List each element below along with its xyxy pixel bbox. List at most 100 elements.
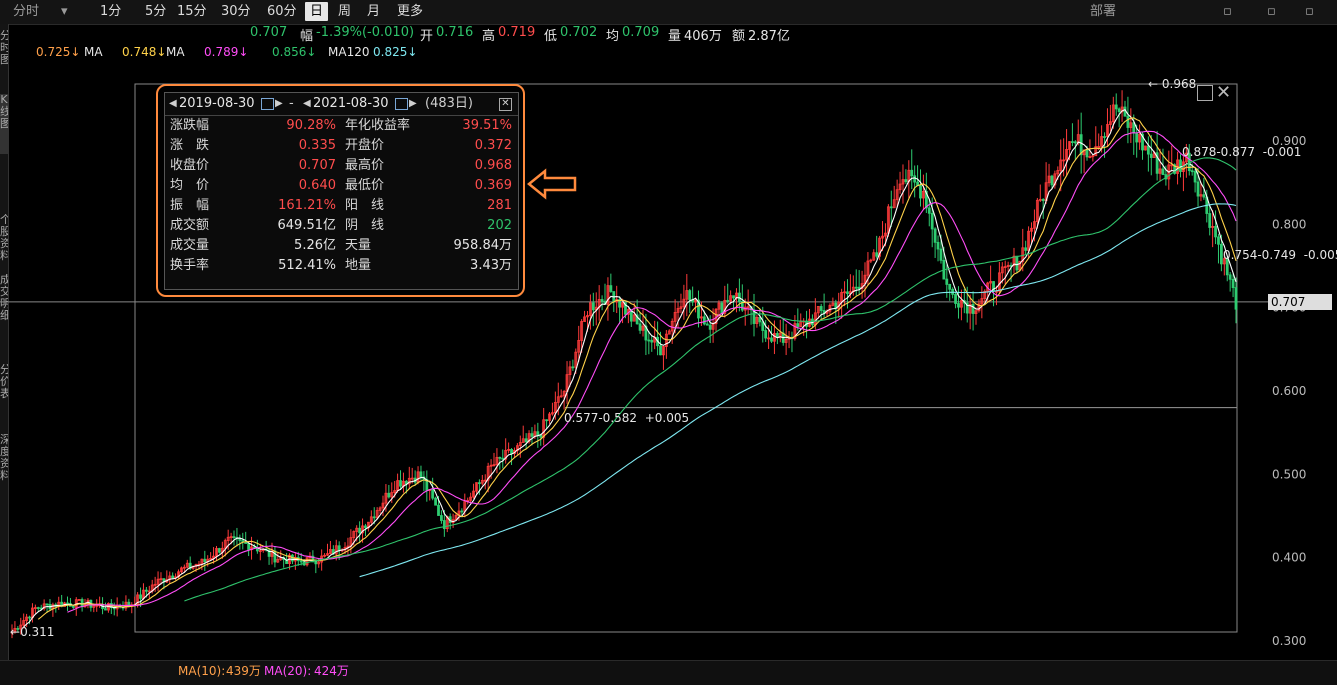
end-next-icon[interactable]: ▶: [409, 93, 417, 115]
toolbar-icon-a[interactable]: ▫: [1218, 2, 1237, 21]
candle-body: [71, 605, 75, 608]
candle-body: [1015, 255, 1019, 271]
y-tick-label: 0.300: [1272, 634, 1306, 648]
candle-body: [1071, 141, 1074, 143]
stat-label: 成交量: [170, 238, 210, 253]
toolbar-right-label[interactable]: 部署: [1085, 2, 1121, 21]
maximize-icon[interactable]: [1197, 85, 1213, 101]
tab-30min[interactable]: 30分: [216, 2, 256, 21]
candle-body: [247, 543, 251, 550]
ma5-value: 0.725↓: [36, 45, 81, 59]
stat-label: 阴 线: [345, 218, 385, 233]
tab-intraday[interactable]: 分时: [8, 2, 44, 21]
candle-body: [1202, 194, 1206, 198]
candle-body: [1196, 181, 1200, 197]
tab-more[interactable]: 更多: [392, 2, 428, 21]
candle-body: [726, 299, 730, 302]
quote-high-label: 高: [482, 29, 496, 44]
range1-text: 0.878-0.877: [1182, 145, 1256, 159]
dropdown-icon[interactable]: ▾: [56, 2, 73, 21]
candle-body: [1085, 149, 1089, 158]
toolbar-icon-c[interactable]: ▫: [1300, 2, 1319, 21]
tab-15min[interactable]: 15分: [172, 2, 212, 21]
close-selection-icon[interactable]: ✕: [1216, 82, 1231, 103]
candle-body: [910, 169, 914, 177]
stat-label: 最高价: [345, 158, 385, 173]
candle-body: [477, 482, 481, 485]
candle-body: [104, 608, 107, 611]
stat-value: 649.51亿: [277, 218, 337, 233]
stat-label: 收盘价: [170, 158, 210, 173]
stat-value: 161.21%: [278, 198, 336, 213]
candle-body: [232, 536, 236, 539]
close-panel-icon[interactable]: ✕: [499, 98, 512, 111]
stat-label: 换手率: [170, 258, 210, 273]
stat-value: 0.372: [474, 138, 512, 153]
candle-body: [387, 492, 391, 498]
tab-60min[interactable]: 60分: [262, 2, 302, 21]
candle-body: [1161, 168, 1165, 176]
candle-body: [571, 366, 575, 369]
candle-body: [1179, 159, 1182, 172]
candle-body: [1132, 122, 1136, 134]
stat-label: 天量: [345, 238, 372, 253]
candle-body: [524, 438, 528, 443]
volume-legend-bar: MA(10): 439万 MA(20): 424万: [0, 660, 1337, 685]
candle-body: [939, 248, 943, 261]
end-prev-icon[interactable]: ◀: [303, 93, 311, 115]
toolbar-icon-b[interactable]: ▫: [1262, 2, 1281, 21]
candle-body: [702, 316, 706, 325]
tab-monthly[interactable]: 月: [362, 2, 385, 21]
candle-body: [1208, 213, 1212, 228]
candle-body: [1231, 278, 1235, 289]
candle-body: [1217, 236, 1220, 245]
candle-body: [889, 206, 893, 209]
quote-change: -1.39%(-0.010): [316, 25, 415, 40]
range-annotation-1: 0.878-0.877 -0.001: [1182, 145, 1301, 159]
start-prev-icon[interactable]: ◀: [169, 93, 177, 115]
candle-body: [971, 303, 975, 314]
range1-diff: -0.001: [1262, 145, 1302, 159]
end-calendar-icon[interactable]: [395, 98, 408, 110]
tab-daily[interactable]: 日: [305, 2, 329, 21]
quote-avg-label: 均: [606, 29, 620, 44]
interval-stats-panel: ◀ 2019-08-30 ▶ - ◀ 2021-08-30 ▶ (483日) ✕…: [156, 84, 525, 297]
candle-body: [948, 284, 952, 290]
stat-label: 地量: [345, 258, 372, 273]
candle-body: [819, 306, 823, 311]
candle-body: [460, 510, 464, 513]
candle-body: [1214, 226, 1217, 238]
date-range-bar: ◀ 2019-08-30 ▶ - ◀ 2021-08-30 ▶ (483日) ✕: [165, 93, 518, 116]
tab-5min[interactable]: 5分: [140, 2, 171, 21]
start-date[interactable]: 2019-08-30: [179, 93, 255, 115]
start-calendar-icon[interactable]: [261, 98, 274, 110]
candle-body: [1149, 153, 1153, 158]
stat-value: 5.26亿: [294, 238, 336, 253]
stats-row: 均 价 0.640 最低价 0.369: [165, 176, 518, 196]
tab-1min[interactable]: 1分: [95, 2, 126, 21]
stat-label: 涨跌幅: [170, 118, 210, 133]
range3-diff: +0.005: [644, 411, 690, 425]
candle-body: [510, 449, 513, 454]
candle-body: [708, 324, 712, 330]
y-tick-label: 0.800: [1272, 217, 1306, 231]
candle-body: [218, 548, 221, 553]
candle-body: [919, 185, 922, 199]
candle-body: [498, 456, 502, 459]
quote-open: 0.716: [436, 25, 474, 40]
candle-body: [139, 594, 142, 599]
candle-body: [647, 339, 651, 342]
candle-body: [875, 252, 879, 257]
start-next-icon[interactable]: ▶: [275, 93, 283, 115]
tab-weekly[interactable]: 周: [333, 2, 356, 21]
candle-body: [933, 228, 937, 243]
end-date[interactable]: 2021-08-30: [313, 93, 389, 115]
candle-body: [638, 323, 642, 331]
days-count: (483日): [425, 96, 473, 111]
candle-body: [77, 599, 81, 601]
quote-amount: 2.87亿: [748, 29, 790, 44]
quote-vol-label: 量: [668, 29, 682, 44]
candle-body: [957, 303, 960, 308]
vol-ma10-value: 439万: [226, 664, 261, 678]
quote-vol: 406万: [684, 29, 722, 44]
